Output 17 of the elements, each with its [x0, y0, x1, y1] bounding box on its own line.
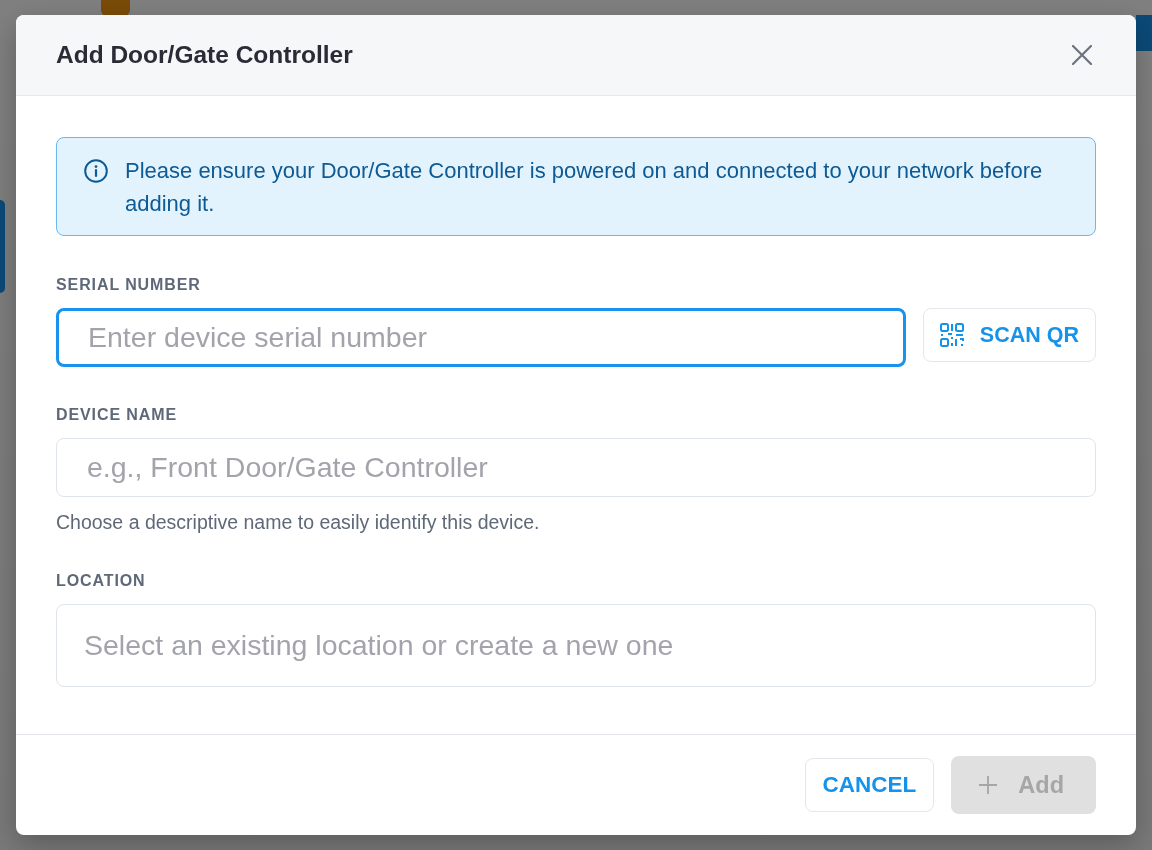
field-hint: Choose a descriptive name to easily identify this device.	[56, 511, 541, 533]
close-icon	[1072, 45, 1092, 65]
plus-icon	[979, 776, 998, 794]
text-input[interactable]: Enter device serial number	[56, 308, 906, 367]
cancel-button[interactable]: CANCEL	[804, 758, 935, 812]
backdrop-shape	[101, 0, 130, 16]
scan-qr-button[interactable]: SCAN QR	[922, 308, 1096, 362]
notice-text: Please ensure your Door/Gate Controller is powered on and connected to your network before adding it.	[125, 157, 1044, 218]
qr-code-icon	[939, 323, 964, 347]
field-label: SERIAL NUMBER	[56, 275, 202, 295]
location-combobox[interactable]: Select an existing location or create a new one	[56, 604, 1096, 687]
field-label: LOCATION	[56, 571, 147, 591]
dialog-title: Add Door/Gate Controller	[56, 41, 353, 69]
info-icon	[84, 159, 108, 183]
backdrop-shape	[1136, 15, 1152, 51]
close-button[interactable]	[1070, 43, 1094, 67]
field-label: DEVICE NAME	[56, 405, 179, 425]
